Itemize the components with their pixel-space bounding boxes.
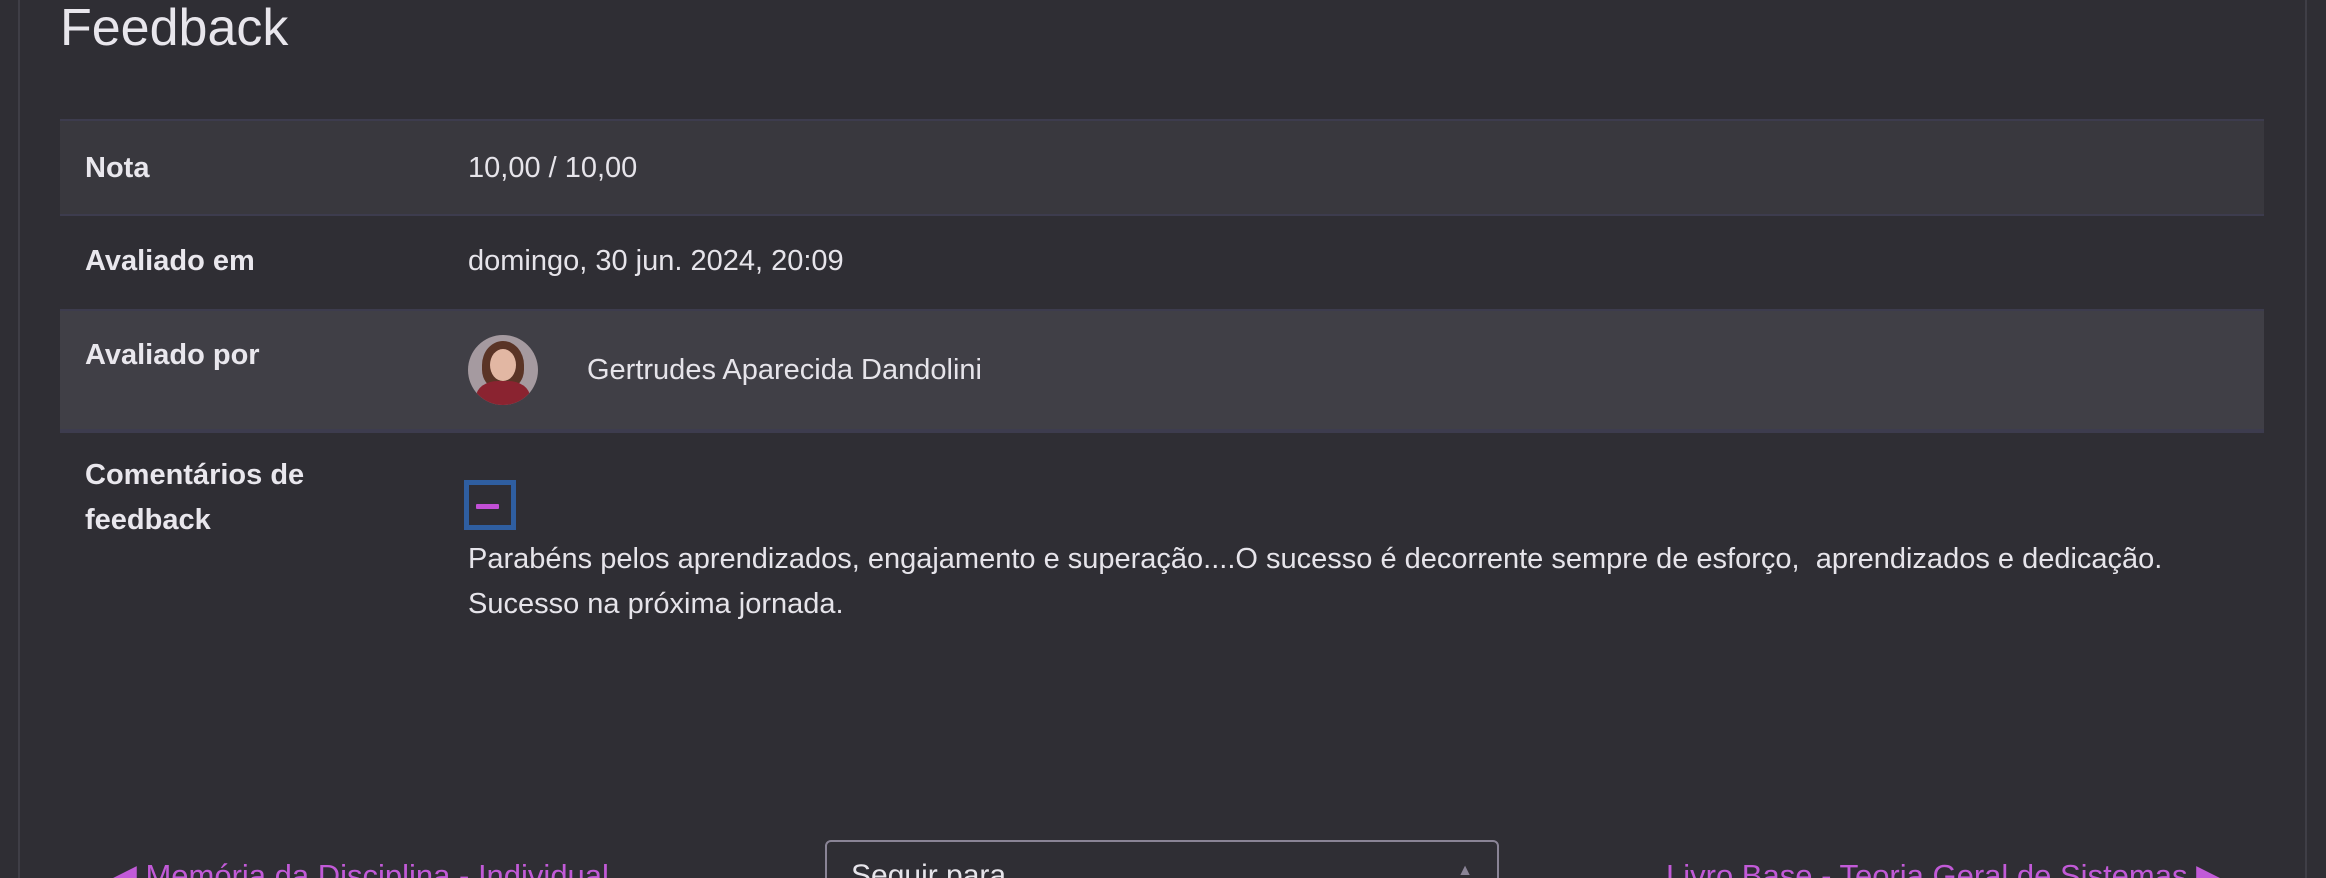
grader-name-link[interactable]: Gertrudes Aparecida Dandolini (587, 348, 982, 393)
left-border (18, 0, 20, 878)
avaliado-em-value: domingo, 30 jun. 2024, 20:09 (468, 245, 844, 277)
minus-icon (476, 504, 499, 509)
feedback-comment-text: Parabéns pelos aprendizados, engajamento… (468, 543, 2171, 620)
table-row-comentarios: Comentários de feedback Parabéns pelos a… (60, 431, 2264, 651)
comentarios-label: Comentários de feedback (85, 459, 305, 536)
nota-value: 10,00 / 10,00 (468, 152, 638, 184)
chevron-up-down-icon: ▲ (1457, 862, 1473, 878)
right-border (2305, 0, 2307, 878)
next-activity-link[interactable]: Livro Base - Teoria Geral de Sistemas ▶ (1666, 854, 2220, 878)
avaliado-por-label: Avaliado por (85, 339, 260, 371)
feedback-page: Feedback Nota 10,00 / 10,00 Avaliado em … (0, 0, 2326, 878)
jump-to-select[interactable]: Seguir para... ▲ (825, 840, 1499, 878)
grader-avatar[interactable] (468, 335, 538, 405)
avaliado-em-label: Avaliado em (85, 245, 255, 277)
collapse-toggle-button[interactable] (464, 480, 516, 530)
table-row-avaliado-em: Avaliado em domingo, 30 jun. 2024, 20:09 (60, 214, 2264, 309)
jump-to-select-value: Seguir para... (851, 859, 1032, 878)
feedback-table: Nota 10,00 / 10,00 Avaliado em domingo, … (60, 119, 2264, 651)
section-title: Feedback (60, 0, 289, 57)
table-row-nota: Nota 10,00 / 10,00 (60, 119, 2264, 214)
previous-activity-link[interactable]: ◀ Memória da Disciplina - Individual (113, 854, 609, 878)
table-row-avaliado-por: Avaliado por Gertrudes Aparecida Dandoli… (60, 309, 2264, 431)
nota-label: Nota (85, 152, 150, 184)
